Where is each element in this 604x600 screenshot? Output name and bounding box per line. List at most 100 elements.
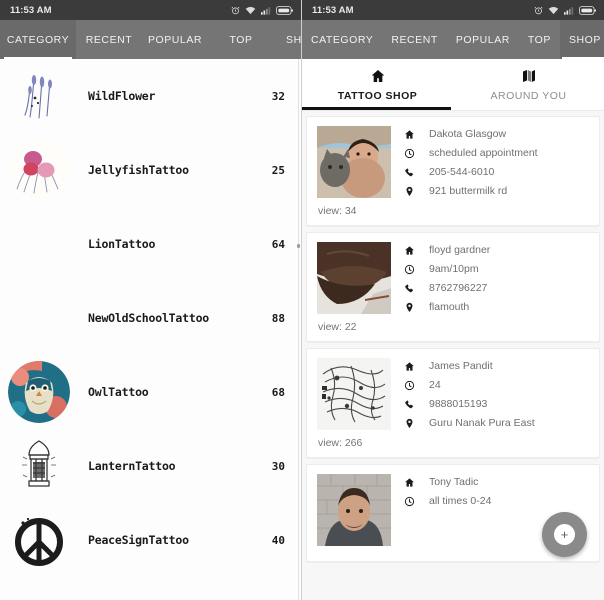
tab-top-label: TOP	[229, 33, 253, 46]
shop-phone: 8762796227	[429, 282, 488, 294]
tab-top-label: TOP	[527, 33, 551, 46]
shop-subtab-bar[interactable]: TATTOO SHOP AROUND YOU	[302, 59, 604, 111]
list-item-count: 68	[271, 385, 285, 399]
status-bar-left: 11:53 AM	[0, 0, 301, 20]
card-view-count: view: 22	[318, 321, 357, 333]
card-info: James Pandit 24 9888015193 Guru Nanak Pu…	[403, 358, 589, 449]
list-item[interactable]: PeaceSignTattoo 40	[0, 503, 301, 577]
card-media: view: 22	[317, 242, 391, 333]
tab-popular[interactable]: POPULAR	[447, 20, 519, 59]
card-phone-row: 9888015193	[403, 398, 589, 410]
home-icon	[403, 245, 416, 256]
jellyfish-thumbnail	[8, 139, 70, 201]
shop-address: 921 buttermilk rd	[429, 185, 508, 197]
clock-icon	[403, 264, 416, 275]
tab-recent[interactable]: RECENT	[76, 20, 142, 59]
card-phone-row: 205-544-6010	[403, 166, 589, 178]
card-name-row: Tony Tadic	[403, 476, 589, 488]
status-clock: 11:53 AM	[10, 4, 52, 16]
shop-photo	[317, 126, 391, 198]
shop-card[interactable]: view: 34 Dakota Glasgow scheduled appoin…	[306, 116, 600, 226]
list-item[interactable]: WildFlower 32	[0, 59, 301, 133]
home-icon	[403, 129, 416, 140]
card-hours-row: all times 0-24	[403, 495, 589, 507]
list-item-count: 88	[271, 311, 285, 325]
battery-icon	[579, 5, 596, 15]
signal-icon	[564, 6, 574, 15]
list-item[interactable]: NewOldSchoolTattoo 88	[0, 281, 301, 355]
tab-shop-label: SHOP	[286, 33, 301, 46]
subtab-tattoo-shop-label: TATTOO SHOP	[337, 89, 418, 102]
right-tab-bar[interactable]: CATEGORY RECENT POPULAR TOP SHOP	[302, 20, 604, 59]
list-item-name: JellyfishTattoo	[88, 163, 189, 177]
subtab-tattoo-shop[interactable]: TATTOO SHOP	[302, 59, 453, 110]
card-address-row: Guru Nanak Pura East	[403, 417, 589, 429]
card-phone-row: 8762796227	[403, 282, 589, 294]
tab-popular[interactable]: POPULAR	[142, 20, 208, 59]
status-bar-right: 11:53 AM	[302, 0, 604, 20]
add-shop-fab[interactable]: +	[542, 512, 587, 557]
tab-recent-label: RECENT	[391, 33, 438, 46]
card-hours-row: 24	[403, 379, 589, 391]
location-pin-icon	[403, 302, 416, 313]
card-name-row: floyd gardner	[403, 244, 589, 256]
tab-category[interactable]: CATEGORY	[302, 20, 382, 59]
card-view-count: view: 266	[318, 437, 363, 449]
shop-photo	[317, 358, 391, 430]
location-pin-icon	[403, 186, 416, 197]
home-icon	[403, 361, 416, 372]
tab-shop[interactable]: SHOP	[559, 20, 604, 59]
card-info: Dakota Glasgow scheduled appointment 205…	[403, 126, 589, 217]
list-item-name: PeaceSignTattoo	[88, 533, 189, 547]
tab-popular-label: POPULAR	[147, 33, 203, 46]
list-item[interactable]: LionTattoo 64	[0, 207, 301, 281]
shop-photo	[317, 474, 391, 546]
subtab-around-you[interactable]: AROUND YOU	[453, 59, 604, 110]
map-icon	[521, 68, 537, 84]
clock-icon	[403, 496, 416, 507]
tab-shop-label: SHOP	[568, 33, 601, 46]
shop-hours: 9am/10pm	[429, 263, 479, 275]
status-clock: 11:53 AM	[312, 4, 354, 16]
tab-top[interactable]: TOP	[519, 20, 560, 59]
alarm-icon	[231, 6, 240, 15]
tab-recent[interactable]: RECENT	[382, 20, 446, 59]
subtab-around-you-label: AROUND YOU	[490, 89, 567, 102]
shop-name: floyd gardner	[429, 244, 491, 256]
list-item-name: OwlTattoo	[88, 385, 149, 399]
shop-hours: 24	[429, 379, 441, 391]
list-item[interactable]: LanternTattoo 30	[0, 429, 301, 503]
tab-category[interactable]: CATEGORY	[0, 20, 76, 59]
alarm-icon	[534, 6, 543, 15]
list-item[interactable]: OwlTattoo 68	[0, 355, 301, 429]
shop-address: Guru Nanak Pura East	[429, 417, 535, 429]
home-icon	[370, 68, 386, 84]
left-tab-bar[interactable]: CATEGORY RECENT POPULAR TOP SHOP	[0, 20, 301, 59]
left-panel: 11:53 AM CATEGORY RECENT POPULAR TOP SH …	[0, 0, 302, 600]
list-scrollbar[interactable]	[298, 59, 299, 600]
home-icon	[403, 477, 416, 488]
signal-icon	[261, 6, 271, 15]
tab-top[interactable]: TOP	[208, 20, 274, 59]
list-item[interactable]: JellyfishTattoo 25	[0, 133, 301, 207]
phone-icon	[403, 283, 416, 294]
wildflower-thumbnail	[8, 65, 70, 127]
shop-name: Tony Tadic	[429, 476, 479, 488]
category-list[interactable]: WildFlower 32 JellyfishTattoo 25 LionTat…	[0, 59, 301, 600]
list-scrollbar-thumb[interactable]	[297, 244, 300, 248]
card-media: view: 34	[317, 126, 391, 217]
card-info: floyd gardner 9am/10pm 8762796227 flamou…	[403, 242, 589, 333]
list-item-name: LionTattoo	[88, 237, 156, 251]
right-panel: 11:53 AM CATEGORY RECENT POPULAR TOP SHO…	[302, 0, 604, 600]
card-hours-row: scheduled appointment	[403, 147, 589, 159]
card-name-row: Dakota Glasgow	[403, 128, 589, 140]
shop-card[interactable]: view: 266 James Pandit 24 9888015193 Gur…	[306, 348, 600, 458]
list-item-name: NewOldSchoolTattoo	[88, 311, 210, 325]
tab-shop[interactable]: SHOP	[274, 20, 301, 59]
list-item-count: 32	[271, 89, 285, 103]
tab-category-label: CATEGORY	[6, 33, 70, 46]
shop-card[interactable]: view: 22 floyd gardner 9am/10pm 87627962…	[306, 232, 600, 342]
shop-name: James Pandit	[429, 360, 493, 372]
phone-icon	[403, 167, 416, 178]
tab-popular-label: POPULAR	[455, 33, 510, 46]
